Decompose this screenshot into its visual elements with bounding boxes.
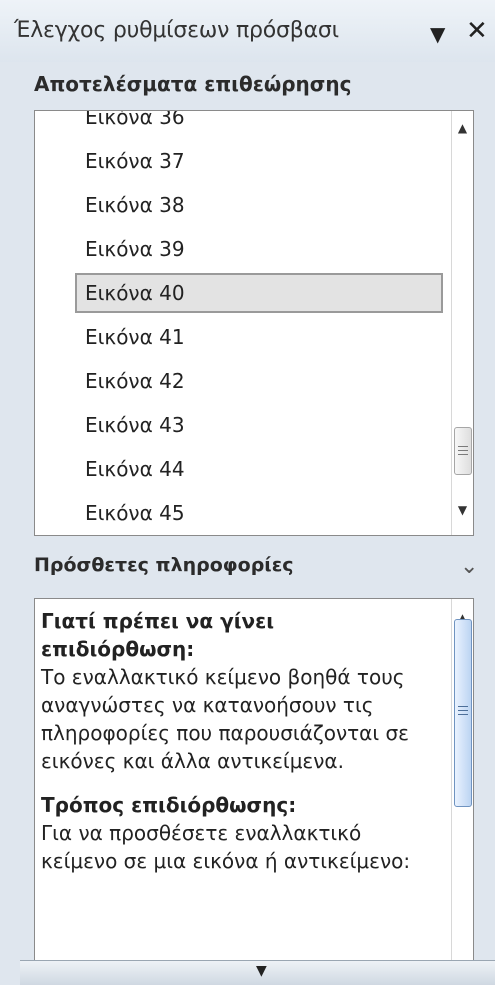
results-scrollbar[interactable]: ▲ ▼ [451, 111, 473, 535]
list-item[interactable]: Εικόνα 39 [75, 229, 443, 269]
scrollbar-thumb[interactable] [454, 619, 472, 807]
pane-title: Έλεγχος ρυθμίσεων πρόσβασι [14, 18, 339, 43]
list-item[interactable]: Εικόνα 37 [75, 141, 443, 181]
additional-info-panel: Γιατί πρέπει να γίνει επιδιόρθωση: Το εν… [34, 598, 474, 985]
list-item[interactable]: Εικόνα 41 [75, 317, 443, 357]
info-scrollbar[interactable]: ▲ [451, 599, 473, 985]
list-item-selected[interactable]: Εικόνα 40 [75, 273, 443, 313]
list-item[interactable]: Εικόνα 45 [75, 493, 443, 533]
task-pane-header: Έλεγχος ρυθμίσεων πρόσβασι ▼ ✕ [0, 0, 495, 62]
scroll-up-icon[interactable]: ▲ [452, 121, 473, 135]
list-item[interactable]: Εικόνα 44 [75, 449, 443, 489]
how-to-fix-heading: Τρόπος επιδιόρθωσης: [41, 793, 297, 817]
chevron-down-icon[interactable]: ⌄ [460, 554, 478, 579]
pane-options-dropdown-icon[interactable]: ▼ [430, 22, 445, 46]
list-item[interactable]: Εικόνα 42 [75, 361, 443, 401]
why-fix-text: Το εναλλακτικό κείμενο βοηθά τους αναγνώ… [41, 665, 409, 773]
scroll-down-icon[interactable]: ▼ [452, 503, 473, 517]
list-item[interactable]: Εικόνα 38 [75, 185, 443, 225]
close-icon[interactable]: ✕ [466, 16, 488, 46]
additional-info-heading: Πρόσθετες πληροφορίες [34, 554, 294, 576]
inspection-results-list[interactable]: Εικόνα 36 Εικόνα 37 Εικόνα 38 Εικόνα 39 … [34, 110, 474, 536]
how-to-fix-text: Για να προσθέσετε εναλλακτικό κείμενο σε… [41, 821, 411, 873]
pane-bottom-bar: ▼ [20, 960, 495, 985]
scrollbar-thumb[interactable] [454, 427, 472, 475]
list-item[interactable]: Εικόνα 43 [75, 405, 443, 445]
why-fix-heading: Γιατί πρέπει να γίνει επιδιόρθωση: [41, 609, 275, 661]
additional-info-text: Γιατί πρέπει να γίνει επιδιόρθωση: Το εν… [41, 607, 429, 875]
scroll-down-icon[interactable]: ▼ [256, 963, 267, 979]
inspection-results-heading: Αποτελέσματα επιθεώρησης [34, 72, 352, 96]
list-item[interactable]: Εικόνα 36 [75, 111, 443, 137]
